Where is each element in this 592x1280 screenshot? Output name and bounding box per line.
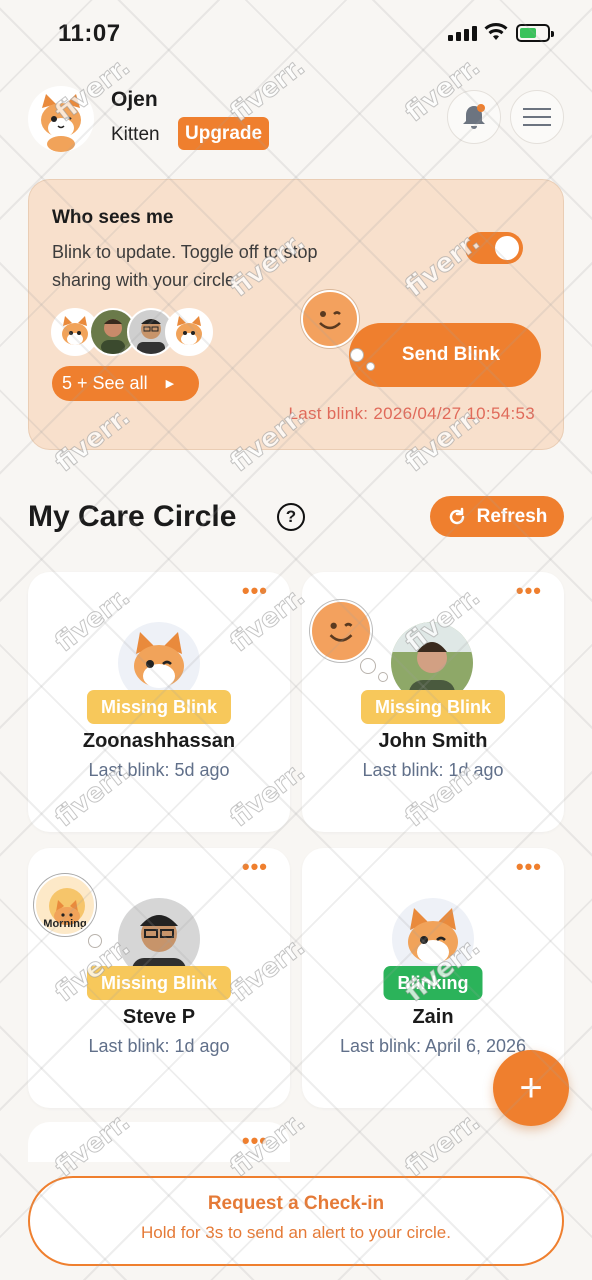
member-name: John Smith: [378, 730, 488, 752]
thought-dot: [88, 934, 102, 948]
last-blink-timestamp: Last blink: 2026/04/27 10:54:53: [288, 404, 535, 423]
hamburger-icon: [523, 108, 551, 126]
morning-label: Morning: [43, 918, 87, 930]
see-all-button[interactable]: 5 + See all ▶: [52, 366, 199, 401]
member-card[interactable]: ••• Missing Blink Zoonashhassan Last bli…: [28, 572, 290, 832]
more-options-icon[interactable]: •••: [242, 580, 268, 602]
wifi-icon: [484, 23, 508, 40]
more-options-icon[interactable]: •••: [242, 1130, 268, 1152]
refresh-icon: [449, 507, 464, 524]
more-options-icon[interactable]: •••: [516, 580, 542, 602]
status-badge: Missing Blink: [86, 966, 232, 1000]
battery-icon: [516, 24, 554, 42]
plan-name: Kitten: [111, 124, 160, 145]
signal-icon: [448, 26, 477, 41]
thought-dot: [378, 672, 388, 682]
sharing-toggle[interactable]: [465, 232, 523, 264]
status-badge: Missing Blink: [360, 690, 506, 724]
checkin-subtitle: Hold for 3s to send an alert to your cir…: [141, 1223, 451, 1242]
status-bar: 11:07: [0, 0, 592, 64]
help-icon[interactable]: ?: [277, 503, 305, 531]
send-blink-button[interactable]: Send Blink: [349, 323, 541, 387]
morning-sticker: Morning: [34, 874, 96, 936]
circle-avatars[interactable]: [51, 308, 213, 356]
member-card[interactable]: ••• Morning Missing Blink Steve P Last b…: [28, 848, 290, 1108]
checkin-title: Request a Check-in: [207, 1193, 385, 1214]
thought-dot: [360, 658, 376, 674]
status-badge: Missing Blink: [86, 690, 232, 724]
refresh-label: Refresh: [476, 505, 548, 527]
menu-button[interactable]: [510, 90, 564, 144]
bell-icon: [463, 104, 485, 129]
member-last-blink: Last blink: 1d ago: [362, 760, 504, 780]
who-sees-me-description: Blink to update. Toggle off to stop shar…: [52, 242, 318, 290]
clock: 11:07: [58, 20, 121, 47]
add-member-button[interactable]: +: [493, 1050, 569, 1126]
profile-avatar[interactable]: [28, 86, 94, 152]
smiley-icon: [310, 600, 372, 662]
more-options-icon[interactable]: •••: [516, 856, 542, 878]
user-name: Ojen: [111, 88, 158, 111]
member-name: Steve P: [122, 1006, 196, 1028]
notifications-button[interactable]: [447, 90, 501, 144]
member-card[interactable]: •••: [28, 1122, 290, 1162]
thought-dot: [350, 348, 364, 362]
see-all-label: 5 + See all: [62, 373, 148, 393]
thought-dot: [366, 362, 375, 371]
member-name: Zain: [412, 1006, 454, 1028]
member-card[interactable]: ••• Missing Blink John Smith Last blink:…: [302, 572, 564, 832]
member-last-blink: Last blink: 1d ago: [88, 1036, 230, 1056]
chevron-right-icon: ▶: [165, 378, 175, 390]
cat-avatar-icon: [176, 316, 202, 345]
section-title: My Care Circle: [28, 500, 237, 533]
request-checkin-button[interactable]: Request a Check-in Hold for 3s to send a…: [28, 1176, 564, 1266]
more-options-icon[interactable]: •••: [242, 856, 268, 878]
cat-avatar-icon: [41, 94, 81, 152]
refresh-button[interactable]: Refresh: [430, 496, 564, 537]
who-sees-me-title: Who sees me: [52, 207, 174, 228]
status-badge: Blinking: [383, 966, 483, 1000]
upgrade-button[interactable]: Upgrade: [178, 117, 270, 150]
smiley-icon: [301, 290, 359, 348]
avatar: [165, 308, 213, 356]
member-last-blink: Last blink: 5d ago: [88, 760, 230, 780]
member-name: Zoonashhassan: [82, 730, 236, 752]
who-sees-me-card: Who sees me Blink to update. Toggle off …: [28, 179, 564, 450]
